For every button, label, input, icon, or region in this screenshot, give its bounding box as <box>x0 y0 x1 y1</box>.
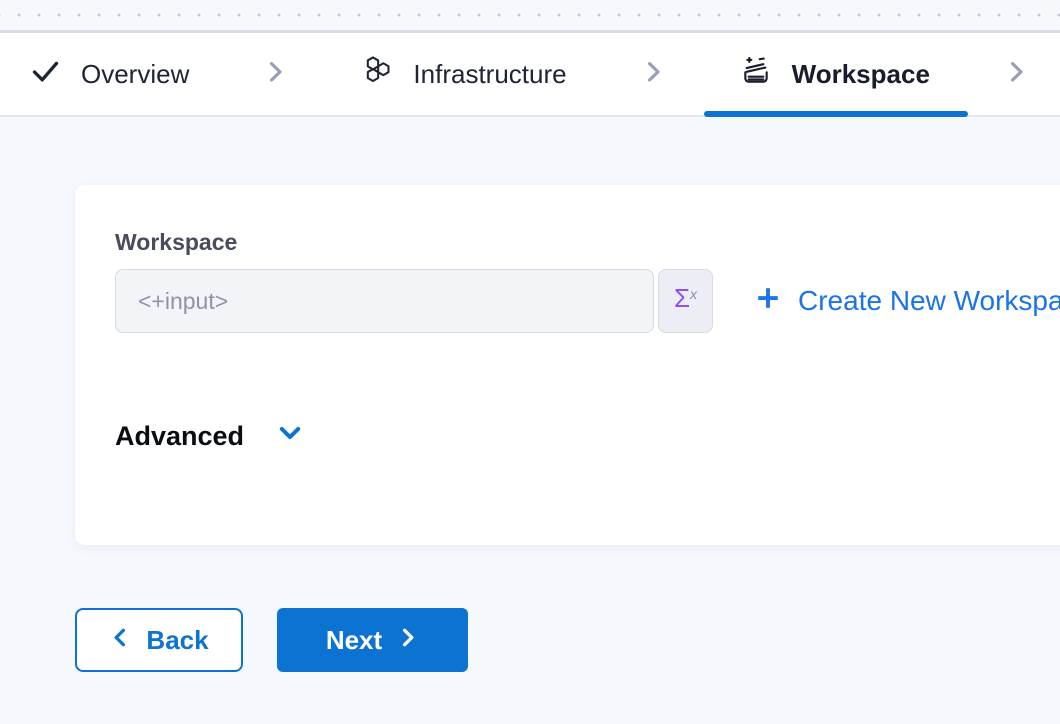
step-separator-chevron-icon <box>640 56 667 92</box>
create-link-label: Create New Workspace <box>798 285 1060 317</box>
sigma-icon: Σ <box>674 284 690 313</box>
step-separator-chevron-icon <box>1003 56 1030 92</box>
workspace-input-group: Σ x <box>115 269 713 333</box>
workspace-input[interactable] <box>115 269 654 333</box>
advanced-toggle[interactable]: Advanced <box>115 419 304 454</box>
canvas-dotted-background <box>0 0 1060 33</box>
step-separator-chevron-icon <box>262 56 289 92</box>
chevron-left-icon <box>109 625 132 656</box>
step-overview[interactable]: Overview <box>30 33 189 115</box>
workspace-field-label: Workspace <box>115 229 237 256</box>
workspace-card: Workspace Σ x Create New Workspace Advan… <box>75 185 1060 545</box>
check-icon <box>30 55 61 93</box>
next-button[interactable]: Next <box>277 608 468 672</box>
step-label: Infrastructure <box>413 59 566 90</box>
advanced-label: Advanced <box>115 421 244 452</box>
create-new-workspace-link[interactable]: Create New Workspace <box>753 269 1060 333</box>
step-label: Workspace <box>792 59 930 90</box>
workspace-stack-icon <box>740 55 772 94</box>
plus-icon <box>753 283 783 320</box>
step-label: Overview <box>81 59 189 90</box>
back-button[interactable]: Back <box>75 608 243 672</box>
sigma-superscript: x <box>690 287 697 301</box>
next-button-label: Next <box>326 625 382 656</box>
step-infrastructure[interactable]: Infrastructure <box>362 33 566 115</box>
hexagon-cluster-icon <box>362 55 393 93</box>
wizard-stepper: Overview Infrastructure <box>0 33 1060 117</box>
step-workspace[interactable]: Workspace <box>740 33 930 115</box>
runtime-input-sigma-button[interactable]: Σ x <box>658 269 713 333</box>
back-button-label: Back <box>146 625 208 656</box>
chevron-right-icon <box>396 625 419 656</box>
chevron-down-icon <box>276 419 304 454</box>
wizard-footer-actions: Back Next <box>75 608 468 672</box>
